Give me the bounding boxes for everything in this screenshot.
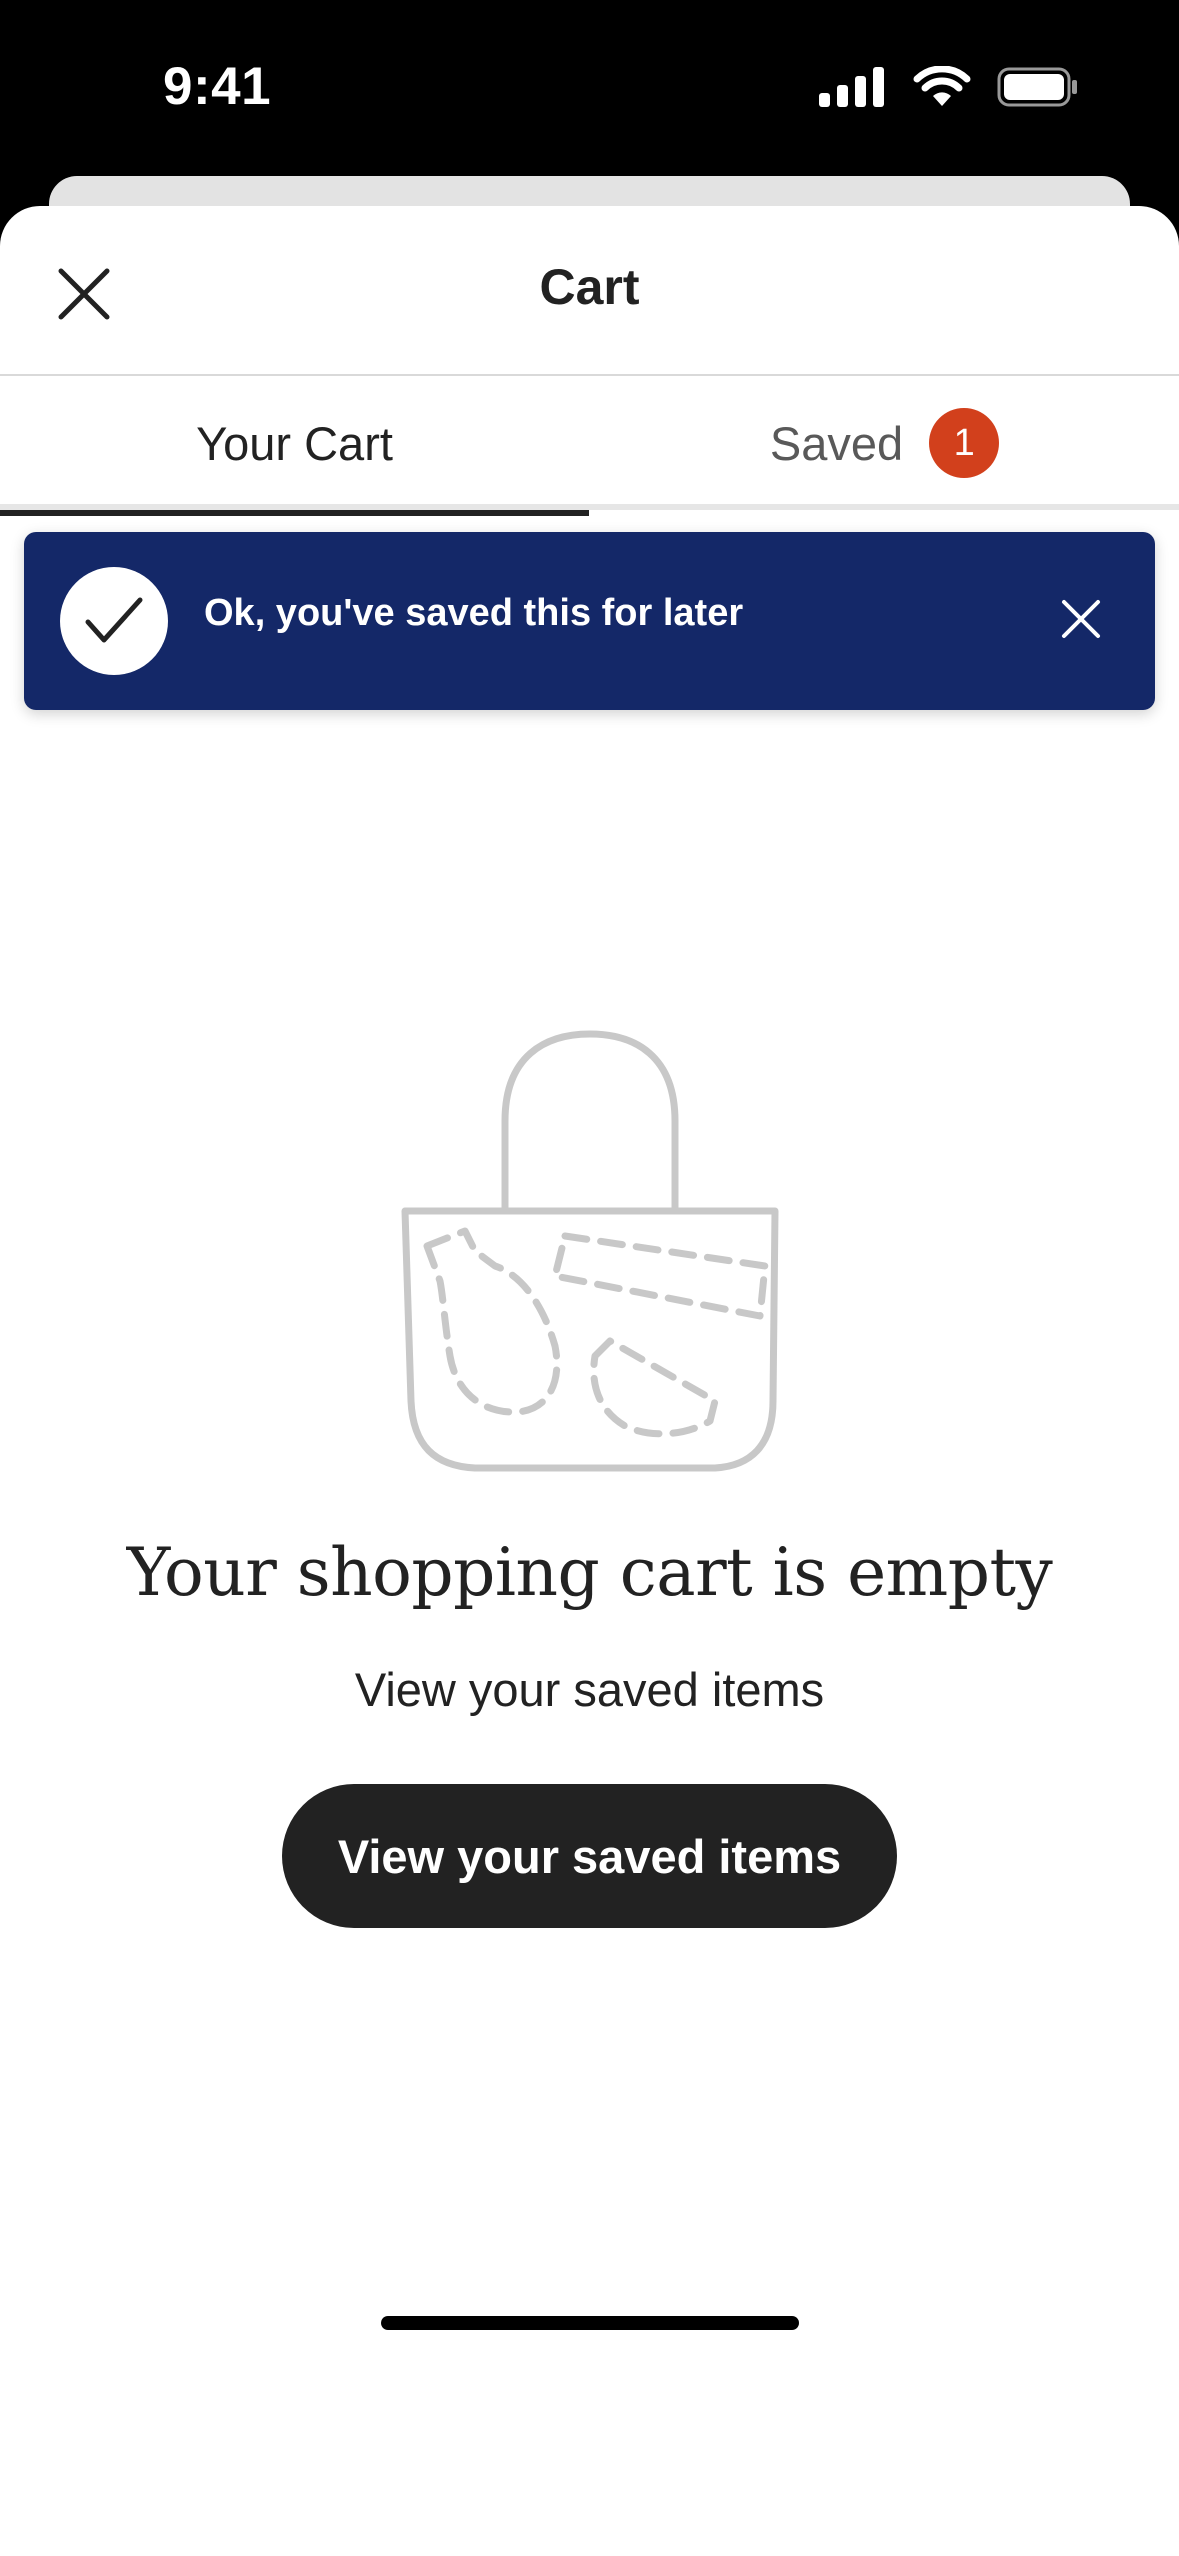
- tab-your-cart[interactable]: Your Cart: [0, 376, 589, 516]
- battery-icon: [997, 67, 1079, 112]
- view-saved-items-button[interactable]: View your saved items: [282, 1784, 897, 1928]
- cart-sheet: Cart Your Cart Saved 1 Ok, you've saved …: [0, 206, 1179, 2556]
- page-title: Cart: [539, 259, 640, 315]
- cart-header: Cart: [0, 206, 1179, 376]
- empty-cart-title: Your shopping cart is empty: [126, 1534, 1053, 1611]
- empty-cart-subtitle: View your saved items: [354, 1663, 825, 1716]
- home-indicator: [381, 2316, 799, 2330]
- toast-message: Ok, you've saved this for later: [204, 592, 744, 634]
- saved-count-badge: 1: [929, 408, 1000, 478]
- status-time: 9:41: [163, 57, 272, 116]
- close-icon: [1061, 599, 1101, 644]
- cart-tabs: Your Cart Saved 1: [0, 376, 1179, 516]
- tab-label: Saved: [769, 416, 904, 470]
- status-bar: 9:41: [0, 0, 1179, 180]
- shopping-bag-icon: [395, 1026, 785, 1486]
- status-icons: [819, 65, 1079, 113]
- active-tab-indicator: [0, 510, 589, 516]
- tab-saved[interactable]: Saved 1: [590, 376, 1179, 510]
- cellular-signal-icon: [819, 67, 887, 112]
- toast-close-button[interactable]: [1047, 587, 1115, 655]
- checkmark-icon: [60, 567, 168, 675]
- saved-for-later-toast: Ok, you've saved this for later: [24, 532, 1155, 710]
- wifi-icon: [913, 65, 971, 113]
- tab-label: Your Cart: [196, 416, 393, 470]
